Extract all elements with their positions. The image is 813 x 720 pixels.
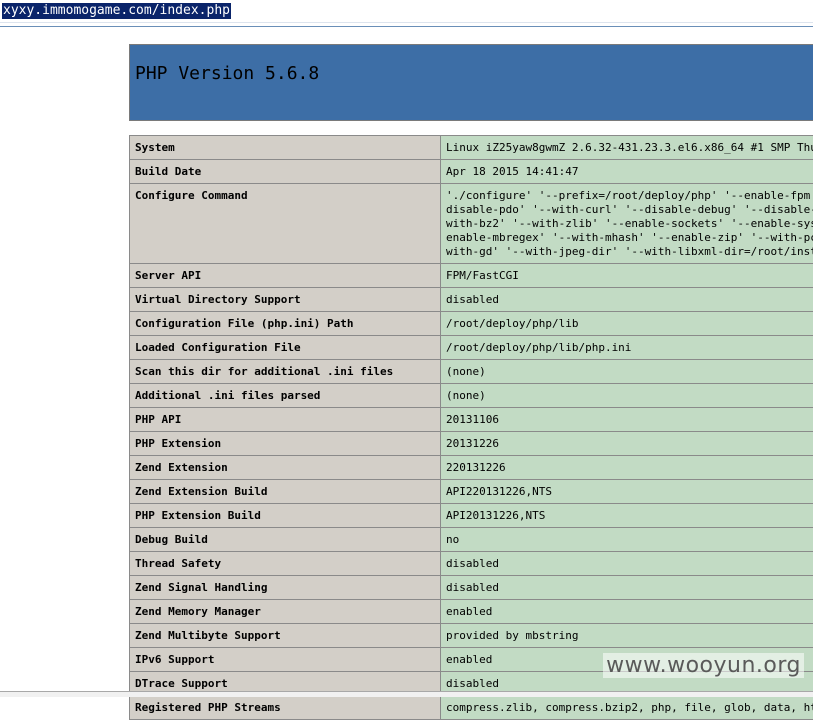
- table-row: Loaded Configuration File/root/deploy/ph…: [130, 336, 813, 360]
- address-bar-divider: [0, 22, 813, 23]
- table-row: Zend Signal Handlingdisabled: [130, 576, 813, 600]
- row-value: (none): [441, 384, 813, 408]
- table-row: Configure Command'./configure' '--prefix…: [130, 184, 813, 264]
- row-value: no: [441, 528, 813, 552]
- table-row: PHP Extension20131226: [130, 432, 813, 456]
- row-value: './configure' '--prefix=/root/deploy/php…: [441, 184, 813, 264]
- table-row: Scan this dir for additional .ini files(…: [130, 360, 813, 384]
- row-label: IPv6 Support: [130, 648, 441, 672]
- row-label: Zend Extension Build: [130, 480, 441, 504]
- table-row: Zend Extension BuildAPI220131226,NTS: [130, 480, 813, 504]
- address-bar[interactable]: xyxy.immomogame.com/index.php: [0, 0, 813, 27]
- row-value: Linux iZ25yaw8gwmZ 2.6.32-431.23.3.el6.x…: [441, 136, 813, 160]
- table-row: Debug Buildno: [130, 528, 813, 552]
- page-title: PHP Version 5.6.8: [135, 63, 319, 84]
- row-label: Registered PHP Streams: [130, 696, 441, 720]
- row-label: Thread Safety: [130, 552, 441, 576]
- php-info-table-body: SystemLinux iZ25yaw8gwmZ 2.6.32-431.23.3…: [130, 136, 813, 720]
- row-value: 20131226: [441, 432, 813, 456]
- php-info-table: SystemLinux iZ25yaw8gwmZ 2.6.32-431.23.3…: [129, 135, 813, 720]
- row-value: /root/deploy/php/lib/php.ini: [441, 336, 813, 360]
- row-value: enabled: [441, 600, 813, 624]
- row-label: Configuration File (php.ini) Path: [130, 312, 441, 336]
- url-text[interactable]: xyxy.immomogame.com/index.php: [2, 3, 231, 19]
- table-row: Virtual Directory Supportdisabled: [130, 288, 813, 312]
- row-label: Build Date: [130, 160, 441, 184]
- row-value: disabled: [441, 288, 813, 312]
- row-label: Zend Memory Manager: [130, 600, 441, 624]
- table-row: Build DateApr 18 2015 14:41:47: [130, 160, 813, 184]
- table-row: Additional .ini files parsed(none): [130, 384, 813, 408]
- row-label: Zend Multibyte Support: [130, 624, 441, 648]
- status-bar: [0, 691, 813, 697]
- row-label: Configure Command: [130, 184, 441, 264]
- row-value: disabled: [441, 552, 813, 576]
- table-row: Registered PHP Streamscompress.zlib, com…: [130, 696, 813, 720]
- row-value: Apr 18 2015 14:41:47: [441, 160, 813, 184]
- row-value-text: './configure' '--prefix=/root/deploy/php…: [446, 189, 813, 259]
- table-row: Server APIFPM/FastCGI: [130, 264, 813, 288]
- row-value: 220131226: [441, 456, 813, 480]
- table-row: Zend Multibyte Supportprovided by mbstri…: [130, 624, 813, 648]
- row-label: Virtual Directory Support: [130, 288, 441, 312]
- row-label: PHP API: [130, 408, 441, 432]
- row-label: Zend Extension: [130, 456, 441, 480]
- table-row: Zend Memory Managerenabled: [130, 600, 813, 624]
- watermark: www.wooyun.org: [603, 653, 804, 678]
- table-row: PHP Extension BuildAPI20131226,NTS: [130, 504, 813, 528]
- row-value: 20131106: [441, 408, 813, 432]
- row-value: API220131226,NTS: [441, 480, 813, 504]
- table-row: Thread Safetydisabled: [130, 552, 813, 576]
- row-value: provided by mbstring: [441, 624, 813, 648]
- table-row: Zend Extension220131226: [130, 456, 813, 480]
- row-value: disabled: [441, 576, 813, 600]
- row-label: PHP Extension: [130, 432, 441, 456]
- row-label: Zend Signal Handling: [130, 576, 441, 600]
- row-label: PHP Extension Build: [130, 504, 441, 528]
- row-label: Server API: [130, 264, 441, 288]
- row-value: API20131226,NTS: [441, 504, 813, 528]
- row-label: Loaded Configuration File: [130, 336, 441, 360]
- table-row: PHP API20131106: [130, 408, 813, 432]
- table-row: Configuration File (php.ini) Path/root/d…: [130, 312, 813, 336]
- row-label: Debug Build: [130, 528, 441, 552]
- row-value: FPM/FastCGI: [441, 264, 813, 288]
- row-value: compress.zlib, compress.bzip2, php, file…: [441, 696, 813, 720]
- table-row: SystemLinux iZ25yaw8gwmZ 2.6.32-431.23.3…: [130, 136, 813, 160]
- row-value: (none): [441, 360, 813, 384]
- php-version-header: PHP Version 5.6.8: [129, 44, 813, 121]
- row-value: /root/deploy/php/lib: [441, 312, 813, 336]
- row-label: System: [130, 136, 441, 160]
- row-label: Additional .ini files parsed: [130, 384, 441, 408]
- row-label: Scan this dir for additional .ini files: [130, 360, 441, 384]
